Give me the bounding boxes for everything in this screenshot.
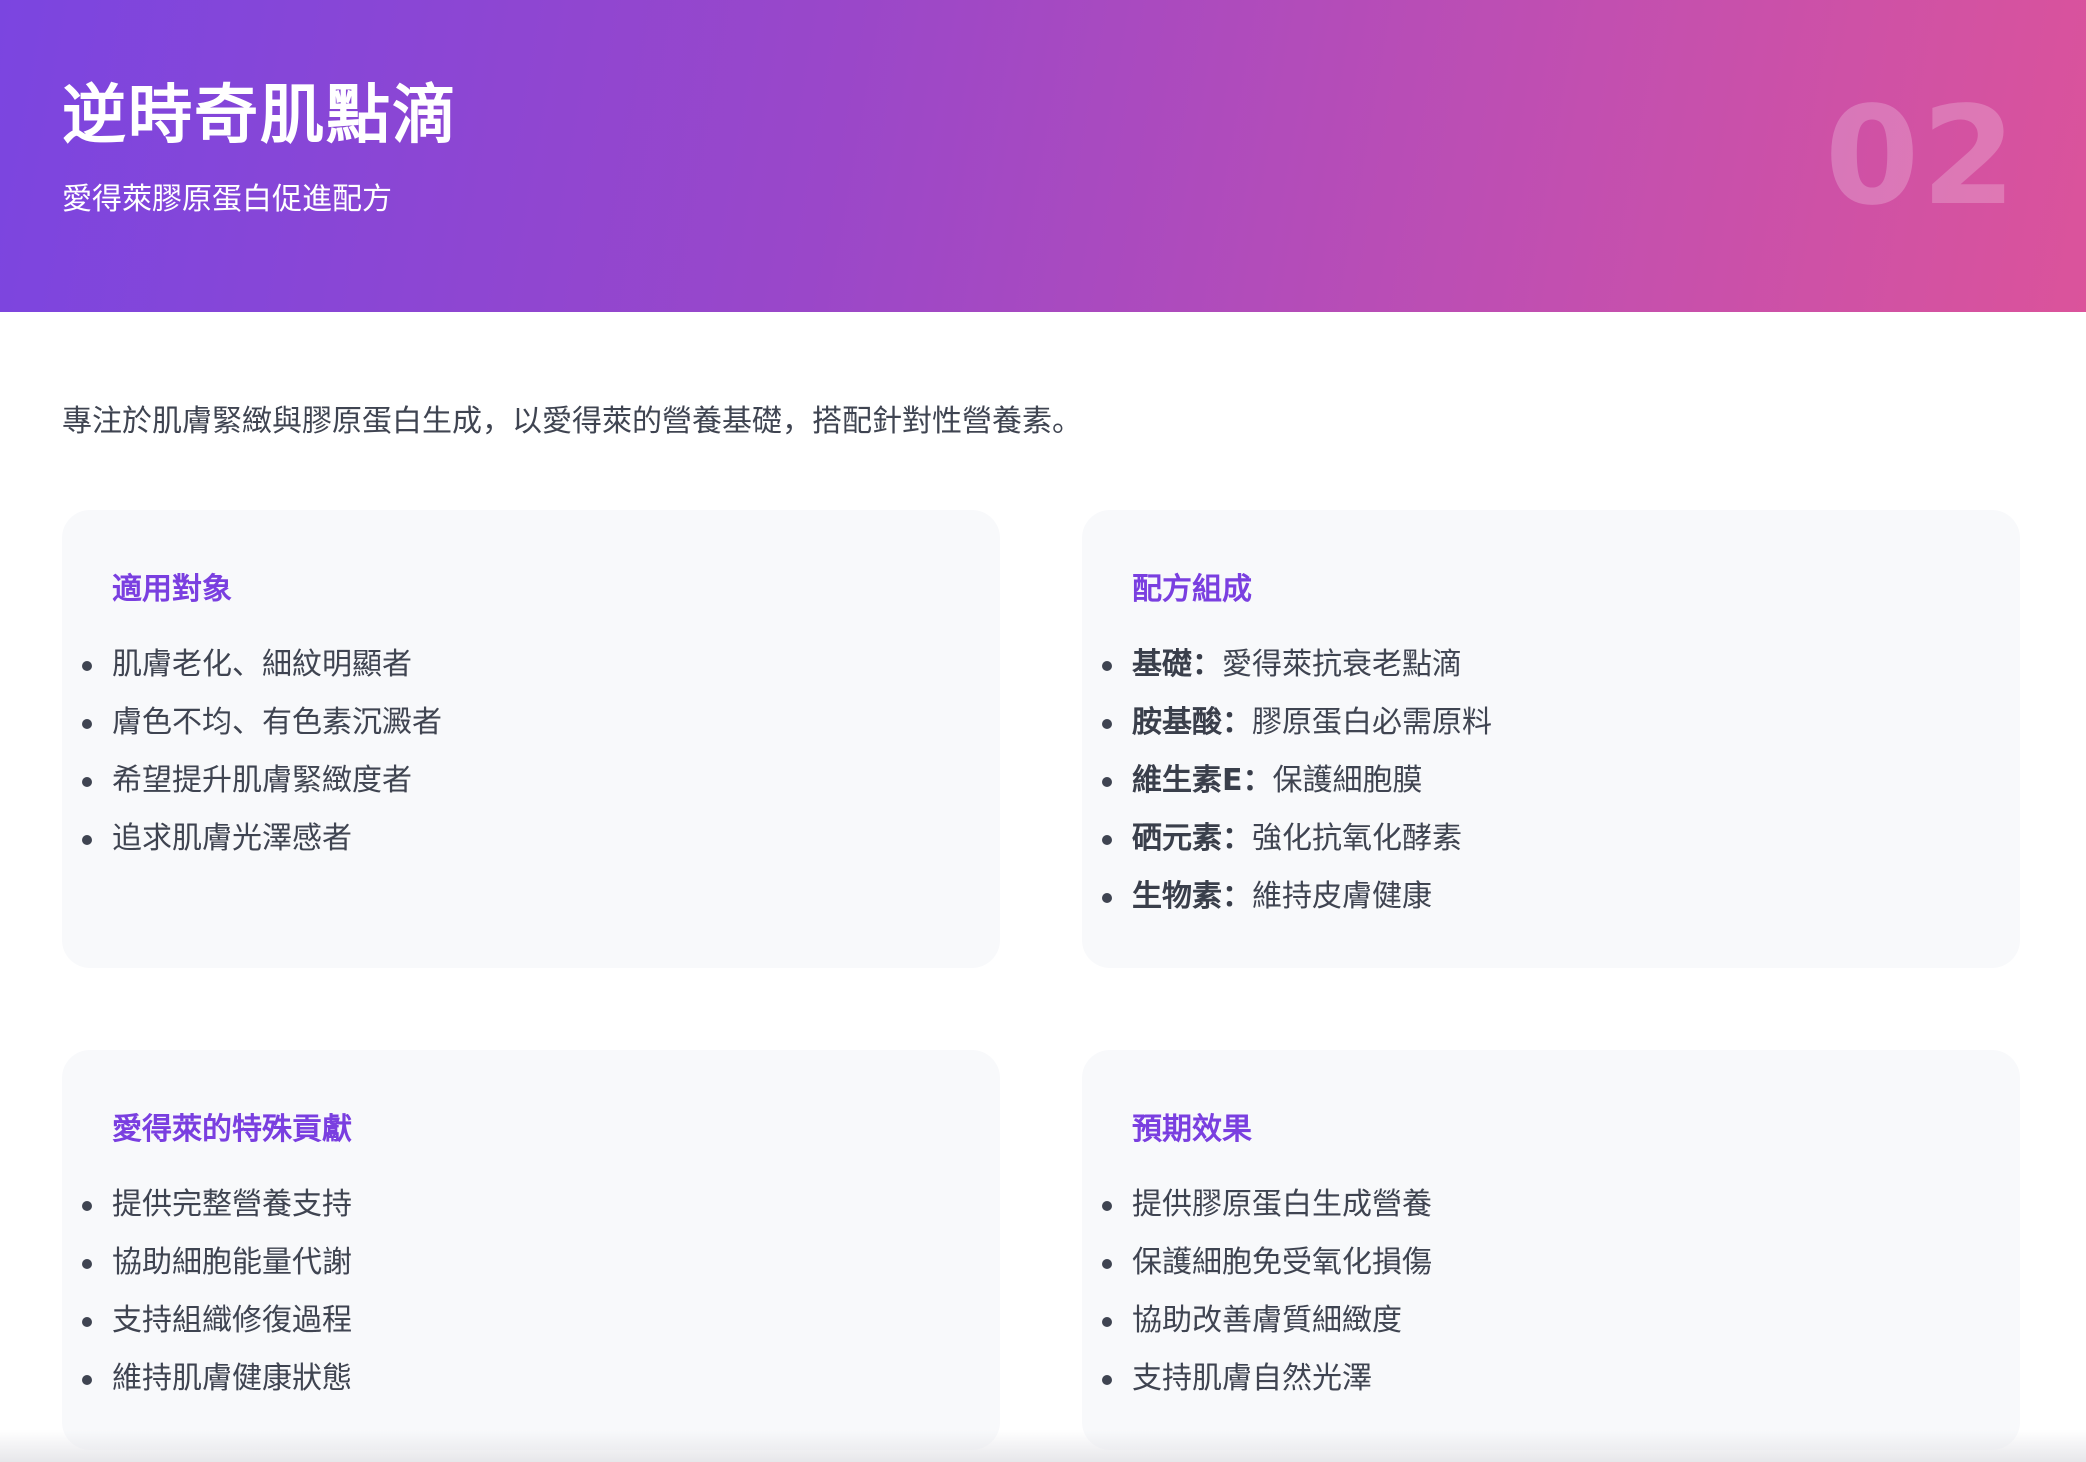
header-banner: 逆時奇肌點滴 愛得萊膠原蛋白促進配方 02: [0, 0, 2086, 312]
item-key: 維生素E：: [1132, 763, 1273, 798]
card-special-contribution: 愛得萊的特殊貢獻 提供完整營養支持 協助細胞能量代謝 支持組織修復過程 維持肌膚…: [62, 1050, 1000, 1450]
card-title: 預期效果: [1132, 1112, 1252, 1147]
item-value: 保護細胞膜: [1272, 763, 1423, 798]
list-item: 追求肌膚光澤感者: [82, 810, 442, 868]
card-title: 適用對象: [112, 572, 232, 607]
list-item: 基礎：愛得萊抗衰老點滴: [1102, 636, 1492, 694]
list-item: 維持肌膚健康狀態: [82, 1350, 352, 1408]
page-subtitle: 愛得萊膠原蛋白促進配方: [62, 182, 392, 217]
item-key: 基礎：: [1132, 647, 1222, 682]
intro-text: 專注於肌膚緊緻與膠原蛋白生成，以愛得萊的營養基礎，搭配針對性營養素。: [62, 404, 1082, 439]
list-item: 硒元素：強化抗氧化酵素: [1102, 810, 1492, 868]
list-item: 希望提升肌膚緊緻度者: [82, 752, 442, 810]
list-item: 肌膚老化、細紋明顯者: [82, 636, 442, 694]
card-target-audience: 適用對象 肌膚老化、細紋明顯者 膚色不均、有色素沉澱者 希望提升肌膚緊緻度者 追…: [62, 510, 1000, 968]
bullet-list: 肌膚老化、細紋明顯者 膚色不均、有色素沉澱者 希望提升肌膚緊緻度者 追求肌膚光澤…: [82, 636, 442, 868]
list-item: 支持肌膚自然光澤: [1102, 1350, 1432, 1408]
bottom-fade: [0, 1430, 2086, 1462]
list-item: 保護細胞免受氧化損傷: [1102, 1234, 1432, 1292]
list-item: 協助改善膚質細緻度: [1102, 1292, 1432, 1350]
card-title: 愛得萊的特殊貢獻: [112, 1112, 352, 1147]
item-key: 胺基酸：: [1132, 705, 1252, 740]
list-item: 提供完整營養支持: [82, 1176, 352, 1234]
list-item: 維生素E：保護細胞膜: [1102, 752, 1492, 810]
card-expected-effects: 預期效果 提供膠原蛋白生成營養 保護細胞免受氧化損傷 協助改善膚質細緻度 支持肌…: [1082, 1050, 2020, 1450]
list-item: 協助細胞能量代謝: [82, 1234, 352, 1292]
list-item: 提供膠原蛋白生成營養: [1102, 1176, 1432, 1234]
list-item: 膚色不均、有色素沉澱者: [82, 694, 442, 752]
item-value: 膠原蛋白必需原料: [1252, 705, 1492, 740]
card-formula: 配方組成 基礎：愛得萊抗衰老點滴 胺基酸：膠原蛋白必需原料 維生素E：保護細胞膜…: [1082, 510, 2020, 968]
page-number: 02: [1824, 78, 2018, 236]
bullet-list: 提供膠原蛋白生成營養 保護細胞免受氧化損傷 協助改善膚質細緻度 支持肌膚自然光澤: [1102, 1176, 1432, 1408]
item-value: 強化抗氧化酵素: [1252, 821, 1462, 856]
item-value: 愛得萊抗衰老點滴: [1222, 647, 1462, 682]
bullet-list: 基礎：愛得萊抗衰老點滴 胺基酸：膠原蛋白必需原料 維生素E：保護細胞膜 硒元素：…: [1102, 636, 1492, 926]
card-title: 配方組成: [1132, 572, 1252, 607]
item-key: 生物素：: [1132, 879, 1252, 914]
bullet-list: 提供完整營養支持 協助細胞能量代謝 支持組織修復過程 維持肌膚健康狀態: [82, 1176, 352, 1408]
page-title: 逆時奇肌點滴: [62, 79, 458, 153]
item-value: 維持皮膚健康: [1252, 879, 1432, 914]
list-item: 生物素：維持皮膚健康: [1102, 868, 1492, 926]
list-item: 支持組織修復過程: [82, 1292, 352, 1350]
item-key: 硒元素：: [1132, 821, 1252, 856]
list-item: 胺基酸：膠原蛋白必需原料: [1102, 694, 1492, 752]
